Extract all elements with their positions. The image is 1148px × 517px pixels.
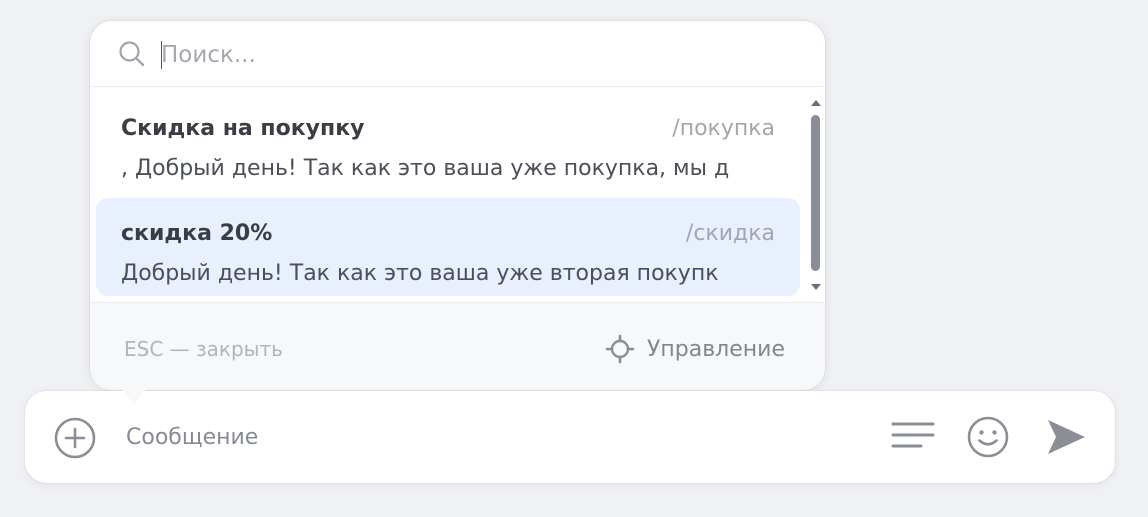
template-title: Скидка на покупку: [121, 116, 365, 141]
template-preview: , Добрый день! Так как это ваша уже поку…: [121, 156, 730, 181]
plus-circle-icon: [54, 417, 96, 459]
template-preview: Добрый день! Так как это ваша уже вторая…: [121, 261, 719, 286]
scroll-up-arrow-icon[interactable]: [811, 100, 821, 106]
search-bar: [90, 21, 825, 87]
esc-hint: ESC — закрыть: [124, 337, 283, 361]
template-command: /скидка: [685, 221, 775, 246]
attach-button[interactable]: [53, 416, 97, 460]
template-command: /покупка: [672, 116, 775, 141]
smile-icon: [967, 416, 1009, 458]
templates-button[interactable]: [891, 418, 935, 458]
popup-pointer: [119, 386, 149, 404]
search-icon: [117, 39, 147, 69]
emoji-button[interactable]: [966, 415, 1010, 459]
list-item[interactable]: Скидка на покупку /покупка , Добрый день…: [96, 93, 800, 191]
send-arrow-icon: [1048, 420, 1085, 454]
templates-list: Скидка на покупку /покупка , Добрый день…: [90, 87, 825, 300]
send-button[interactable]: [1044, 415, 1088, 459]
template-title: скидка 20%: [121, 221, 273, 246]
scroll-down-arrow-icon[interactable]: [811, 284, 821, 290]
manage-button[interactable]: Управление: [605, 329, 785, 369]
templates-popup: Скидка на покупку /покупка , Добрый день…: [90, 21, 825, 390]
lines-icon: [891, 422, 935, 448]
manage-label: Управление: [646, 336, 785, 362]
message-composer: [25, 391, 1115, 483]
crosshair-settings-icon: [605, 334, 635, 364]
search-input[interactable]: [161, 37, 761, 73]
message-input[interactable]: [126, 419, 866, 455]
list-item[interactable]: скидка 20% /скидка Добрый день! Так как …: [96, 198, 800, 296]
scrollbar[interactable]: [807, 98, 823, 292]
scroll-thumb[interactable]: [811, 115, 820, 271]
popup-footer: ESC — закрыть Управление: [90, 302, 825, 390]
